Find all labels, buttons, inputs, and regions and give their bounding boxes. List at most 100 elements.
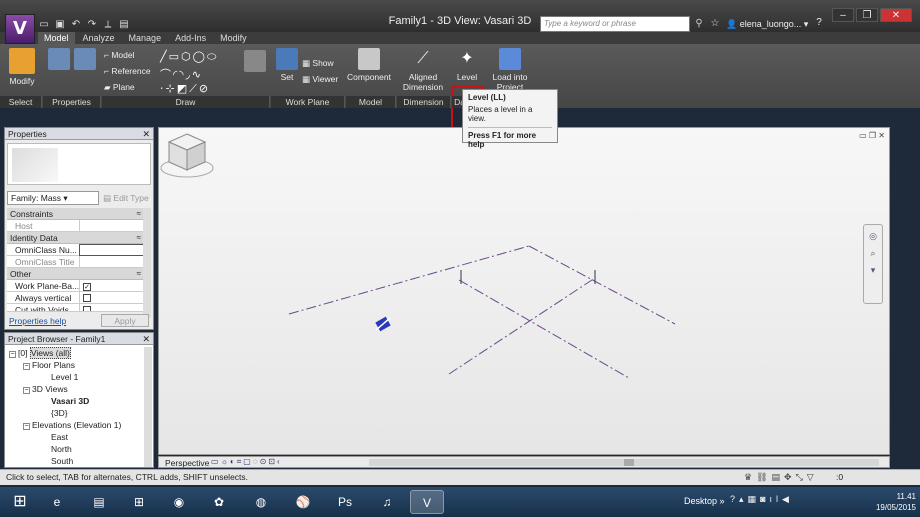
help-tray-icon[interactable]: ? [730, 494, 739, 504]
tree-item-east[interactable]: East [5, 431, 145, 443]
ellipse-icon[interactable]: ⬭ [207, 51, 218, 63]
antivirus-icon[interactable]: ◙ [760, 494, 769, 504]
favorites-star-icon[interactable]: ☆ [708, 16, 722, 32]
switch-windows-icon[interactable]: ▤ [118, 19, 130, 30]
tab-model[interactable]: Model [38, 32, 75, 44]
collapse-icon[interactable]: − [9, 351, 16, 358]
work-plane-checkbox[interactable]: ✓ [83, 283, 91, 291]
edit-type-button[interactable]: ▤ Edit Type [103, 191, 151, 205]
open-icon[interactable]: ▭ [38, 19, 50, 30]
search-input[interactable]: Type a keyword or phrase [540, 16, 690, 32]
shadows-icon[interactable]: ◐ [230, 457, 237, 466]
network-icon[interactable]: ▦ [748, 494, 761, 504]
tab-add-ins[interactable]: Add-Ins [169, 32, 212, 44]
steering-wheel-icon[interactable]: ◎ [864, 231, 882, 242]
tab-manage[interactable]: Manage [123, 32, 168, 44]
store-icon[interactable]: ⊞ [122, 490, 156, 514]
photoshop-icon[interactable]: Ps [328, 490, 362, 514]
tree-item-3d-views[interactable]: −3D Views [5, 383, 145, 395]
component-button[interactable]: Component [346, 48, 392, 82]
visual-style-icon[interactable]: ▭ [211, 457, 221, 466]
reveal-hidden-icon[interactable]: ⊙ [260, 457, 269, 466]
minimize-view-icon[interactable]: ▭ [859, 131, 867, 140]
windows-start-icon[interactable]: ⊞ [8, 491, 32, 513]
apply-button[interactable]: Apply [101, 314, 149, 327]
family-types-button[interactable] [48, 48, 70, 72]
3d-view-canvas[interactable]: ▭ ❐ ✕ ◎ ⌕ ▾ [158, 127, 890, 455]
system-clock[interactable]: 11.41 19/05/2015 [858, 491, 916, 513]
polygon-icon[interactable]: ⬡ [181, 51, 193, 63]
volume-icon[interactable]: ◀ [782, 494, 793, 504]
scrollbar-thumb[interactable] [624, 459, 634, 466]
application-menu-button[interactable]: V [5, 14, 35, 44]
collapse-icon[interactable]: ≈ [137, 232, 141, 244]
collapse-icon[interactable]: − [23, 387, 30, 394]
zoom-icon[interactable]: ⌕ [864, 248, 882, 259]
omniclass-number-input[interactable] [79, 244, 144, 256]
load-into-project-button[interactable]: Load into Project [490, 48, 530, 92]
collapse-icon[interactable]: ≈ [137, 208, 141, 220]
family-category-button[interactable] [74, 48, 96, 72]
aligned-dimension-button[interactable]: ⟋ Aligned Dimension [400, 48, 446, 92]
tree-item-north[interactable]: North [5, 443, 145, 455]
view-horizontal-scrollbar[interactable] [369, 459, 879, 466]
tree-item-floor-plans[interactable]: − Floor Plans [5, 359, 145, 371]
lock-view-icon[interactable]: ⊡ [268, 457, 277, 466]
desktop-toolbar-label[interactable]: Desktop » [684, 496, 725, 506]
panel-dimension[interactable]: Dimension [397, 96, 451, 108]
worksharing-icon[interactable]: ♛ [744, 472, 756, 482]
level-button[interactable]: ✦ Level [453, 48, 481, 82]
file-explorer-icon[interactable]: ▤ [82, 490, 116, 514]
internet-explorer-icon[interactable]: e [40, 490, 74, 514]
set-work-plane-button[interactable]: Set [276, 48, 298, 82]
search-icon[interactable]: ⚲ [692, 16, 706, 32]
arc-icon[interactable]: ⌒ [160, 69, 173, 81]
pick-faces-icon[interactable]: ◩ [177, 83, 189, 95]
pick-lines-icon[interactable]: ⊹ [166, 83, 177, 95]
user-account[interactable]: 👤 elena_luongo... ▾ [726, 16, 808, 32]
spline-icon[interactable]: ∿ [192, 69, 203, 81]
properties-help-link[interactable]: Properties help [9, 316, 66, 326]
spline-points-icon[interactable]: ⊘ [199, 83, 210, 95]
measure-icon[interactable]: ⟂ [102, 19, 114, 30]
select-underlay-icon[interactable]: ▤ [772, 472, 785, 482]
group-other[interactable]: Other ≈ [7, 268, 144, 280]
draw-tools-row-1[interactable]: ╱▭⬡◯⬭ [160, 50, 218, 64]
restore-view-icon[interactable]: ❐ [869, 131, 876, 140]
show-crop-icon[interactable]: ▢ [243, 457, 253, 466]
work-plane-viewer-button[interactable]: ▦ Viewer [302, 74, 338, 85]
group-identity-data[interactable]: Identity Data ≈ [7, 232, 144, 244]
reference-button[interactable]: ⌐ Reference [104, 66, 151, 76]
circle-icon[interactable]: ◯ [193, 51, 207, 63]
scroll-left-icon[interactable]: ‹ [277, 457, 282, 466]
tray-expand-icon[interactable]: ▴ [739, 494, 748, 504]
select-pinned-icon[interactable]: ✥ [784, 472, 796, 482]
modify-button[interactable]: Modify [7, 48, 37, 86]
tab-analyze[interactable]: Analyze [77, 32, 121, 44]
game-app-icon[interactable]: ⚾ [286, 490, 320, 514]
save-icon[interactable]: ▣ [54, 19, 66, 30]
signal-icon[interactable]: ıl [770, 494, 783, 504]
itunes-icon[interactable]: ♫ [370, 490, 404, 514]
filter-icon[interactable]: ▽ [807, 472, 818, 482]
restore-button[interactable]: ❐ [856, 8, 878, 22]
show-work-plane-button[interactable]: ▦ Show [302, 58, 334, 69]
browser-scrollbar[interactable] [144, 347, 152, 467]
mass-form-button[interactable] [244, 50, 266, 74]
draw-tools-row-3[interactable]: ⋅⊹◩⟋⊘ [160, 82, 210, 96]
close-icon[interactable]: ✕ [142, 333, 150, 345]
type-selector[interactable] [7, 143, 151, 185]
rectangle-icon[interactable]: ▭ [169, 51, 181, 63]
tree-item-level-1[interactable]: Level 1 [5, 371, 145, 383]
pick-edges-icon[interactable]: ⟋ [189, 83, 199, 95]
temporary-hide-icon[interactable]: ◌ [253, 457, 260, 466]
close-button[interactable]: ✕ [880, 8, 912, 22]
close-icon[interactable]: ✕ [142, 128, 150, 140]
group-constraints[interactable]: Constraints ≈ [7, 208, 144, 220]
properties-scrollbar[interactable] [143, 208, 151, 318]
tab-modify[interactable]: Modify [214, 32, 253, 44]
tree-item-3d[interactable]: {3D} [5, 407, 145, 419]
plane-button[interactable]: ▰ Plane [104, 82, 135, 93]
tree-item-elevations[interactable]: − Elevations (Elevation 1) [5, 419, 145, 431]
help-icon[interactable]: ? [812, 16, 826, 30]
